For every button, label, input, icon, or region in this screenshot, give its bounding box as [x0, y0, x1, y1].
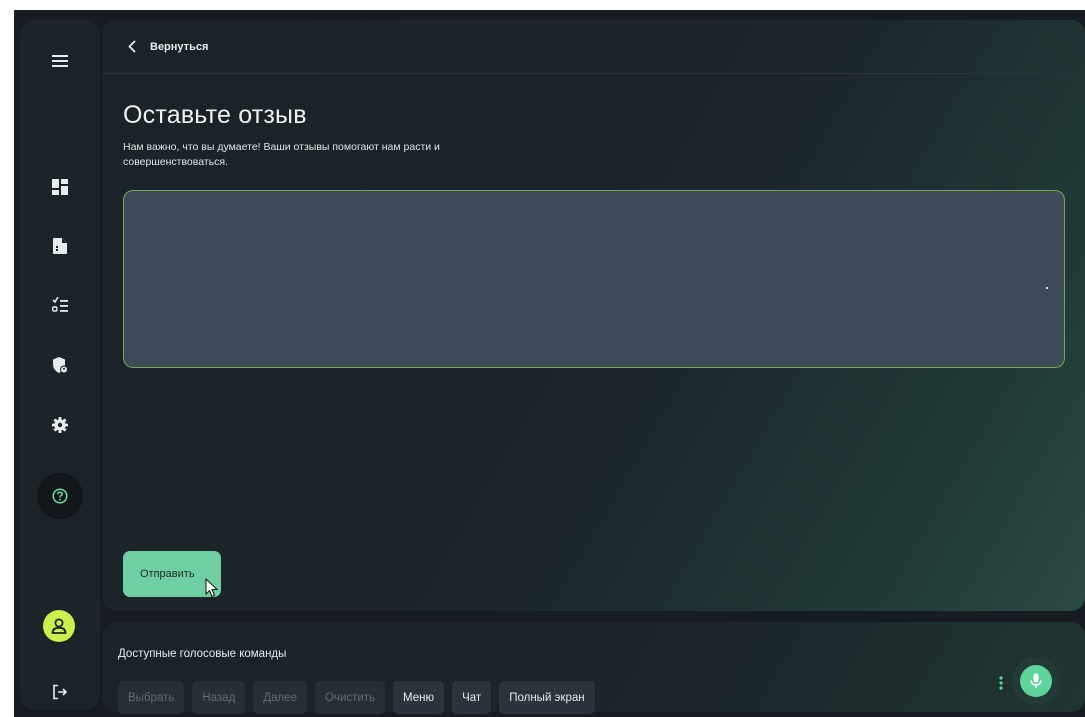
voice-command-select[interactable]: Выбрать	[118, 681, 185, 714]
dashboard-icon	[52, 179, 68, 195]
logout-icon	[53, 684, 68, 700]
top-bar: Вернуться	[102, 20, 1085, 74]
voice-command-chat[interactable]: Чат	[452, 681, 492, 714]
voice-command-fullscreen[interactable]: Полный экран	[499, 681, 595, 714]
more-options-icon[interactable]	[999, 676, 1003, 690]
microphone-icon	[1030, 673, 1042, 688]
page-subtitle: Нам важно, что вы думаете! Ваши отзывы п…	[123, 141, 440, 168]
main-panel: Вернуться Оставьте отзыв Нам важно, что …	[102, 20, 1085, 611]
voice-command-menu[interactable]: Меню	[393, 681, 445, 714]
voice-command-back[interactable]: Назад	[192, 681, 246, 714]
page-title: Оставьте отзыв	[123, 101, 307, 129]
user-icon	[51, 618, 67, 634]
voice-commands-title: Доступные голосовые команды	[118, 648, 287, 660]
sidebar-item-dashboard[interactable]	[37, 164, 83, 210]
document-icon	[53, 238, 67, 254]
back-label: Вернуться	[150, 40, 209, 53]
sidebar-item-checklist[interactable]	[37, 282, 83, 328]
microphone-inner	[1020, 665, 1052, 697]
sidebar-item-documents[interactable]	[37, 223, 83, 269]
gear-icon	[52, 417, 68, 433]
mouse-pointer-icon	[205, 578, 219, 598]
sidebar-item-settings[interactable]	[37, 402, 83, 448]
textarea-dot	[1046, 287, 1048, 289]
microphone-button[interactable]	[1012, 657, 1060, 705]
checklist-icon	[52, 297, 68, 312]
voice-commands-list: Выбрать Назад Далее Очистить Меню Чат По…	[118, 681, 595, 714]
voice-command-next[interactable]: Далее	[253, 681, 307, 714]
avatar[interactable]	[43, 610, 75, 642]
menu-button[interactable]	[37, 38, 83, 84]
sidebar	[20, 20, 100, 710]
shield-user-icon	[53, 356, 68, 373]
sidebar-item-security[interactable]	[37, 342, 83, 388]
voice-command-clear[interactable]: Очистить	[314, 681, 386, 714]
help-icon	[52, 488, 68, 504]
app-window: Вернуться Оставьте отзыв Нам важно, что …	[14, 10, 1085, 717]
feedback-textarea[interactable]	[123, 190, 1065, 368]
chevron-left-icon	[128, 40, 136, 53]
sidebar-item-help[interactable]	[37, 473, 83, 519]
voice-commands-panel: Доступные голосовые команды Выбрать Наза…	[102, 622, 1085, 714]
logout-button[interactable]	[37, 669, 83, 715]
back-button[interactable]: Вернуться	[128, 40, 208, 53]
menu-icon	[52, 55, 68, 67]
